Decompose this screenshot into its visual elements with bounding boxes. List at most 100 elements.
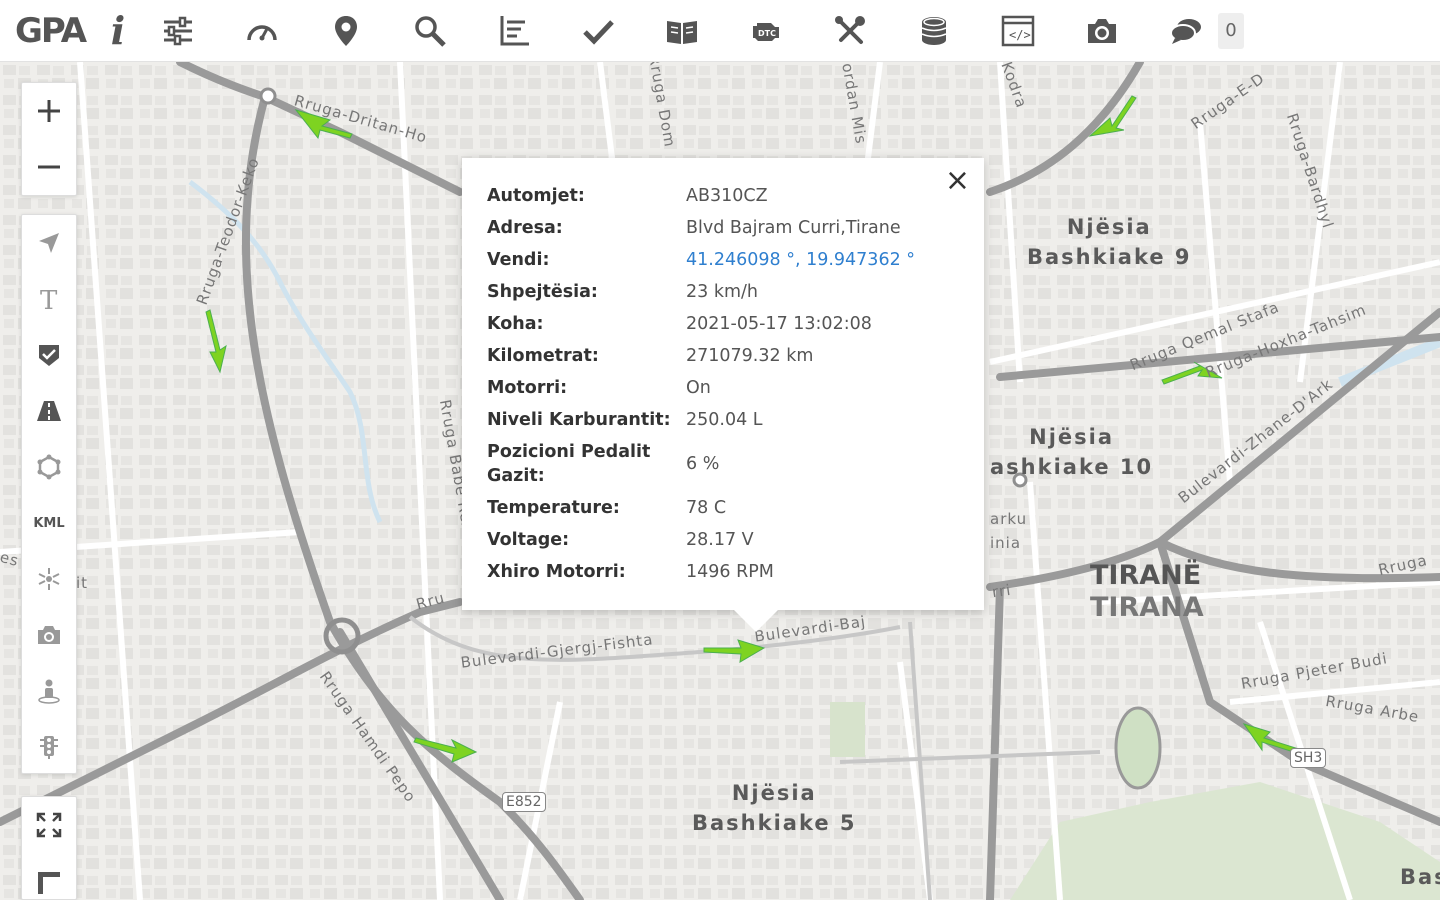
popup-close-button[interactable]: × xyxy=(945,166,970,196)
traffic-light-button[interactable] xyxy=(22,719,76,775)
park-label-2: inia xyxy=(990,534,1022,552)
popup-row-value: 23 km/h xyxy=(686,282,758,302)
zoom-in-button[interactable] xyxy=(22,83,76,139)
road-shield-sh3: SH3 xyxy=(1290,748,1327,768)
street-label-it: it xyxy=(76,574,89,592)
popup-row: Shpejtësia: 23 km/h xyxy=(487,276,959,308)
street-view-button[interactable] xyxy=(22,663,76,719)
zoom-controls xyxy=(21,82,77,196)
popup-row-value: 250.04 L xyxy=(686,410,763,430)
popup-row-value: 1496 RPM xyxy=(686,562,774,582)
traffic-light-icon xyxy=(40,736,58,759)
popup-row: Voltage: 28.17 V xyxy=(487,524,959,556)
popup-row-value: 78 C xyxy=(686,498,727,518)
street-label-rri: rri xyxy=(990,580,1013,602)
popup-row-key: Motorri: xyxy=(487,378,568,398)
popup-row-value: 2021-05-17 13:02:08 xyxy=(686,314,872,334)
checkmark-icon[interactable] xyxy=(556,0,640,62)
popup-row-key: Koha: xyxy=(487,314,544,334)
district-label-5: Njësia Bashkiake 5 xyxy=(692,781,857,835)
popup-row: Pozicioni Pedalit Gazit: 6 % xyxy=(487,436,959,492)
road-button[interactable] xyxy=(22,383,76,439)
measure-button[interactable] xyxy=(22,853,76,900)
road-shield-e852: E852 xyxy=(502,792,546,812)
navigation-arrow-icon xyxy=(39,233,59,253)
svg-text:DTC: DTC xyxy=(758,29,776,38)
popup-row-key: Pozicioni Pedalit Gazit: xyxy=(487,442,651,486)
notification-count-badge[interactable]: 0 xyxy=(1218,12,1244,49)
popup-row: Adresa: Blvd Bajram Curri,Tirane xyxy=(487,212,959,244)
location-pin-icon[interactable] xyxy=(304,0,388,62)
city-label-tirana: TIRANA xyxy=(1090,592,1204,623)
camera-icon[interactable] xyxy=(1060,0,1144,62)
park-label-1: arku xyxy=(990,510,1028,528)
popup-row-key: Xhiro Motorri: xyxy=(487,562,626,582)
zoom-out-button[interactable] xyxy=(22,139,76,195)
svg-text:T: T xyxy=(40,286,58,312)
popup-row-value: AB310CZ xyxy=(686,186,768,206)
popup-row: Motorri: On xyxy=(487,372,959,404)
svg-text:</>: </> xyxy=(1009,28,1031,42)
info-icon[interactable]: i xyxy=(100,0,136,62)
popup-row-key: Automjet: xyxy=(487,186,585,206)
popup-row: Kilometrat: 271079.32 km xyxy=(487,340,959,372)
ruler-icon xyxy=(38,872,60,894)
kml-button[interactable]: KML xyxy=(22,495,76,551)
popup-row: Xhiro Motorri: 1496 RPM xyxy=(487,556,959,588)
district-label-10: Njësia ashkiake 10 xyxy=(990,425,1154,479)
top-toolbar: GPA i DTC </> 0 xyxy=(0,0,1440,62)
cluster-button[interactable] xyxy=(22,551,76,607)
popup-row-value: 271079.32 km xyxy=(686,346,814,366)
shield-check-button[interactable] xyxy=(22,327,76,383)
coordinates-link[interactable]: 41.246098 °, 19.947362 ° xyxy=(686,250,915,270)
coins-icon[interactable] xyxy=(892,0,976,62)
settings-sliders-icon[interactable] xyxy=(136,0,220,62)
popup-rows: Automjet: AB310CZ Adresa: Blvd Bajram Curri… xyxy=(487,180,959,588)
expand-icon xyxy=(36,812,62,838)
popup-row: Koha: 2021-05-17 13:02:08 xyxy=(487,308,959,340)
minus-icon xyxy=(38,165,60,169)
person-icon xyxy=(38,679,60,704)
shield-check-icon xyxy=(39,345,59,366)
popup-row-key: Niveli Karburantit: xyxy=(487,410,671,430)
district-label-bas: Bas xyxy=(1400,865,1440,889)
popup-row-key: Vendi: xyxy=(487,250,550,270)
speedometer-icon[interactable] xyxy=(220,0,304,62)
engine-dtc-icon[interactable]: DTC xyxy=(724,0,808,62)
plus-icon xyxy=(38,100,60,122)
district-label-9: Njësia Bashkiake 9 xyxy=(1027,215,1192,269)
text-icon: T xyxy=(40,286,58,312)
camera-tool-button[interactable] xyxy=(22,607,76,663)
popup-row-key: Shpejtësia: xyxy=(487,282,598,302)
vehicle-info-popup: × Automjet: AB310CZ Adresa: Blvd Bajram Cur… xyxy=(462,158,984,632)
map-tools-panel: T KML xyxy=(21,214,77,774)
chart-sort-icon[interactable] xyxy=(472,0,556,62)
polygon-button[interactable] xyxy=(22,439,76,495)
popup-row-value: Blvd Bajram Curri,Tirane xyxy=(686,218,901,238)
kml-label: KML xyxy=(33,515,65,531)
bottom-controls xyxy=(21,796,77,900)
popup-row-value: 28.17 V xyxy=(686,530,754,550)
popup-row-value: 6 % xyxy=(686,454,720,474)
popup-row-key: Adresa: xyxy=(487,218,563,238)
book-icon[interactable] xyxy=(640,0,724,62)
popup-row-key: Temperature: xyxy=(487,498,620,518)
popup-row: Vendi: 41.246098 °, 19.947362 ° xyxy=(487,244,959,276)
polygon-icon xyxy=(37,454,61,480)
chat-icon[interactable] xyxy=(1144,0,1228,62)
road-icon xyxy=(37,401,61,421)
code-window-icon[interactable]: </> xyxy=(976,0,1060,62)
search-icon[interactable] xyxy=(388,0,472,62)
popup-row: Temperature: 78 C xyxy=(487,492,959,524)
cluster-icon xyxy=(38,568,60,590)
city-label-tirane: TIRANË xyxy=(1090,560,1202,591)
tools-icon[interactable] xyxy=(808,0,892,62)
popup-row: Automjet: AB310CZ xyxy=(487,180,959,212)
popup-row-value: On xyxy=(686,378,711,398)
fullscreen-button[interactable] xyxy=(22,797,76,853)
popup-row: Niveli Karburantit: 250.04 L xyxy=(487,404,959,436)
navigation-arrow-button[interactable] xyxy=(22,215,76,271)
text-tool-button[interactable]: T xyxy=(22,271,76,327)
app-logo[interactable]: GPA xyxy=(0,0,100,62)
popup-row-key: Voltage: xyxy=(487,530,570,550)
